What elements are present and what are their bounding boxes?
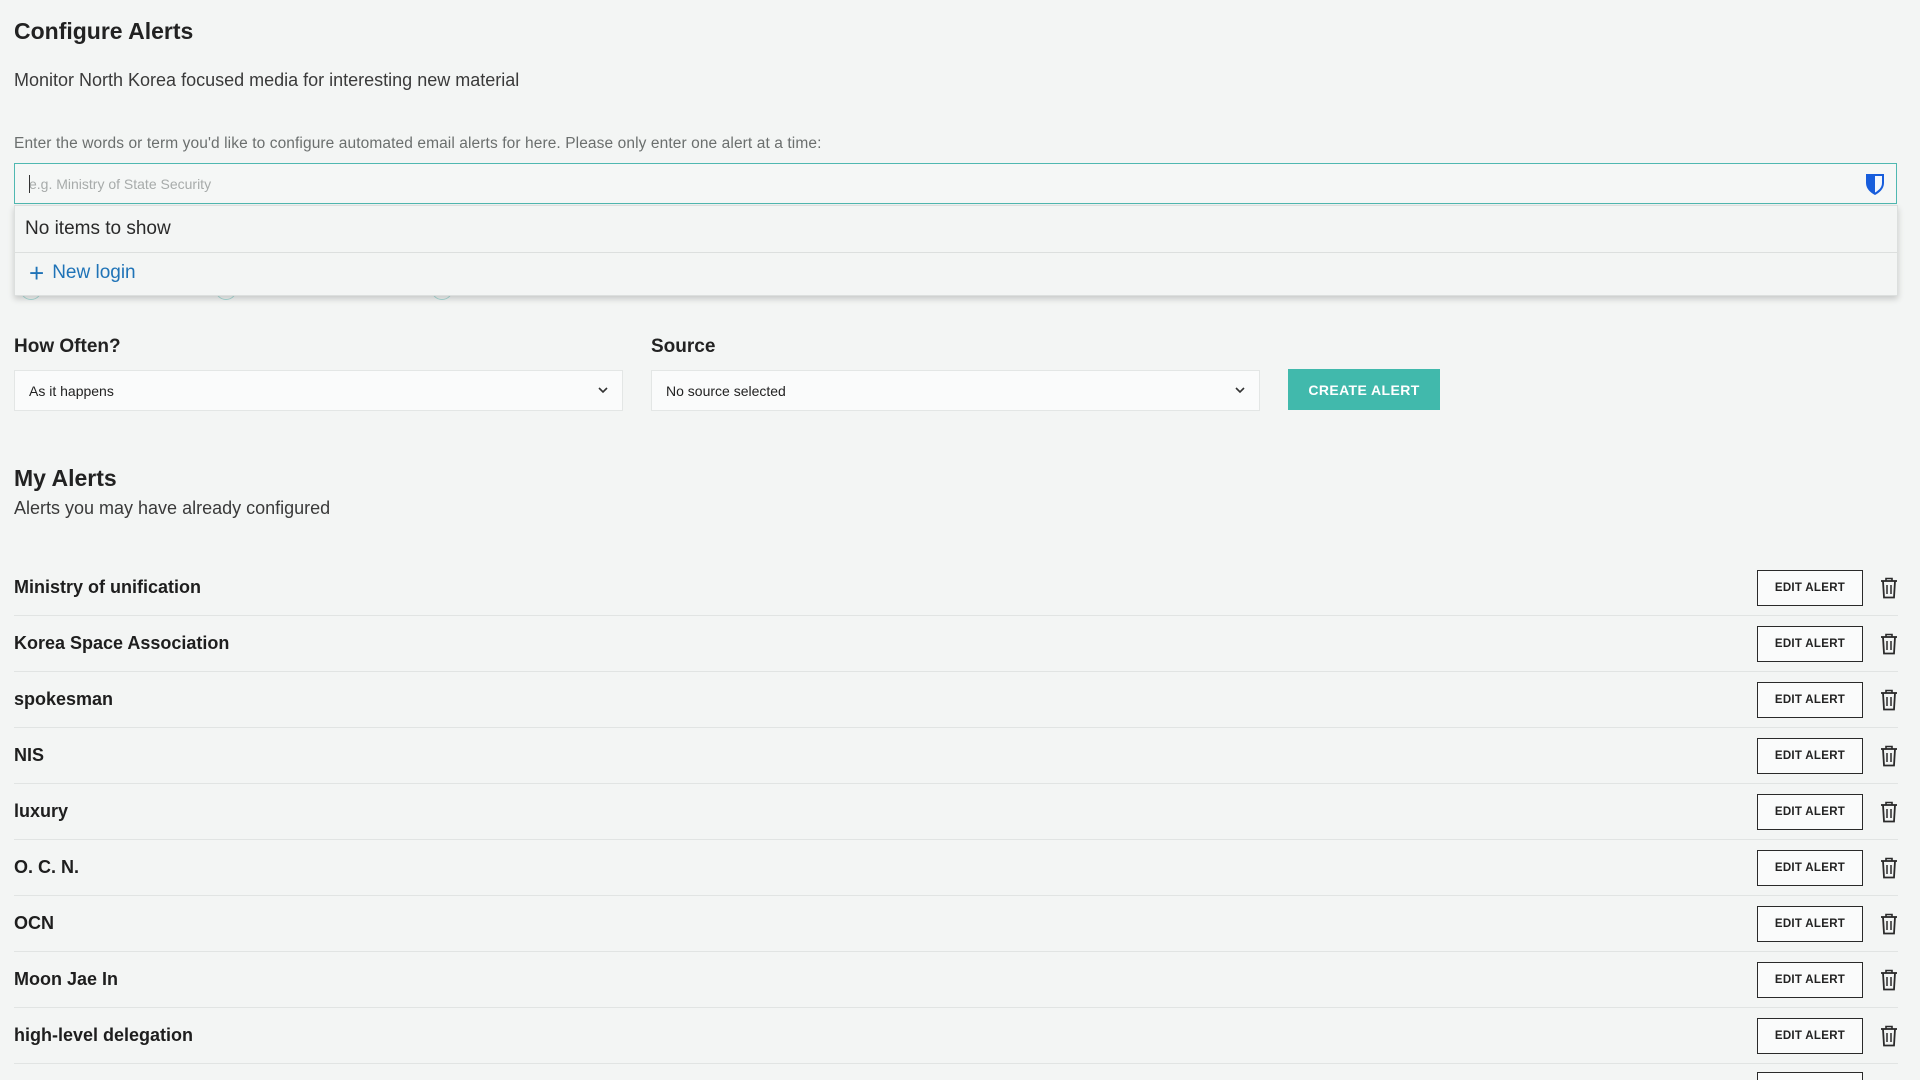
trash-icon[interactable]: [1880, 913, 1898, 935]
trash-icon[interactable]: [1880, 801, 1898, 823]
my-alerts-subtitle: Alerts you may have already configured: [14, 498, 331, 518]
page-title: Configure Alerts: [14, 18, 194, 44]
alert-row: spokesman EDIT ALERT: [14, 672, 1898, 728]
plus-icon: +: [29, 258, 45, 288]
trash-icon[interactable]: [1880, 969, 1898, 991]
trash-icon[interactable]: [1880, 857, 1898, 879]
shield-icon[interactable]: [1864, 172, 1886, 196]
frequency-value: As it happens: [29, 382, 114, 399]
text-caret: [29, 175, 30, 193]
new-login-button[interactable]: + New login: [29, 258, 136, 288]
alert-name: luxury: [14, 801, 69, 821]
autofill-empty-message: No items to show: [25, 218, 171, 239]
alert-row: OCN EDIT ALERT: [14, 896, 1898, 952]
trash-icon[interactable]: [1880, 689, 1898, 711]
edit-alert-button[interactable]: EDIT ALERT: [1757, 626, 1863, 662]
alert-term-field: [14, 163, 1897, 204]
term-instructions: Enter the words or term you'd like to co…: [14, 135, 822, 152]
alert-name: high-level delegation: [14, 1025, 194, 1045]
alert-row: O. C. N. EDIT ALERT: [14, 840, 1898, 896]
trash-icon[interactable]: [1880, 633, 1898, 655]
autofill-dropdown: No items to show + New login: [14, 205, 1898, 296]
trash-icon[interactable]: [1880, 745, 1898, 767]
frequency-select[interactable]: As it happens: [14, 370, 623, 411]
frequency-label: How Often?: [14, 336, 121, 357]
alert-name: Ministry of unification: [14, 577, 201, 597]
alert-row: Ministry of unification EDIT ALERT: [14, 560, 1898, 616]
edit-alert-button[interactable]: EDIT ALERT: [1757, 1018, 1863, 1054]
edit-alert-button[interactable]: EDIT ALERT: [1757, 738, 1863, 774]
edit-alert-button[interactable]: EDIT ALERT: [1757, 682, 1863, 718]
alert-row: Korea Space Association EDIT ALERT: [14, 616, 1898, 672]
edit-alert-button[interactable]: EDIT ALERT: [1757, 962, 1863, 998]
alert-row: high-level delegation EDIT ALERT: [14, 1008, 1898, 1064]
alert-term-input[interactable]: [15, 164, 1859, 203]
my-alerts-title: My Alerts: [14, 465, 117, 491]
alert-name: spokesman: [14, 689, 114, 709]
new-login-label: New login: [52, 262, 136, 283]
source-label: Source: [651, 336, 716, 357]
source-select[interactable]: No source selected: [651, 370, 1260, 411]
alert-name: OCN: [14, 913, 54, 933]
trash-icon[interactable]: [1880, 1025, 1898, 1047]
alert-row: luxury EDIT ALERT: [14, 784, 1898, 840]
chevron-down-icon: [598, 387, 608, 394]
chevron-down-icon: [1235, 387, 1245, 394]
edit-alert-button[interactable]: EDIT ALERT: [1757, 850, 1863, 886]
configure-alerts-page: Configure Alerts Monitor North Korea foc…: [0, 0, 1920, 1080]
alert-name: O. C. N.: [14, 857, 80, 877]
alert-row: Moon Jae In EDIT ALERT: [14, 952, 1898, 1008]
page-subtitle: Monitor North Korea focused media for in…: [14, 70, 520, 90]
edit-alert-button[interactable]: EDIT ALERT: [1757, 794, 1863, 830]
alert-row: NIS EDIT ALERT: [14, 728, 1898, 784]
autofill-divider: [15, 252, 1897, 253]
create-alert-button[interactable]: CREATE ALERT: [1288, 369, 1440, 410]
edit-alert-button[interactable]: EDIT ALERT: [1757, 570, 1863, 606]
alert-name: NIS: [14, 745, 45, 765]
alert-name: Korea Space Association: [14, 633, 230, 653]
source-value: No source selected: [666, 382, 786, 399]
alerts-list: Ministry of unification EDIT ALERT Korea S…: [14, 560, 1898, 1064]
edit-alert-button[interactable]: [1757, 1072, 1863, 1080]
alert-name: Moon Jae In: [14, 969, 119, 989]
edit-alert-button[interactable]: EDIT ALERT: [1757, 906, 1863, 942]
trash-icon[interactable]: [1880, 577, 1898, 599]
